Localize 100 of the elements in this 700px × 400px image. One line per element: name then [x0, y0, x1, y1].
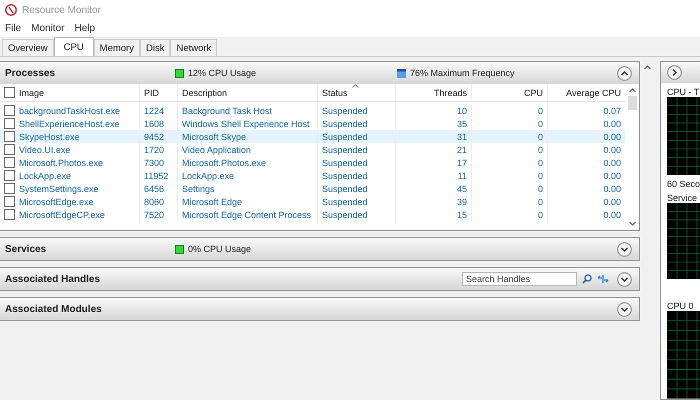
column-header[interactable]: Average CPU: [566, 88, 621, 98]
table-cell: Microsoft.Photos.exe: [19, 158, 104, 168]
checkbox[interactable]: [4, 105, 15, 116]
table-cell: MicrosoftEdgeCP.exe: [19, 210, 105, 220]
table-cell: backgroundTaskHost.exe: [19, 106, 120, 116]
table-cell: 7520: [144, 210, 164, 220]
scroll-thumb[interactable]: [628, 96, 636, 110]
cpu-usage-label: 12% CPU Usage: [188, 68, 256, 78]
frequency-meter-icon: [397, 68, 406, 78]
checkbox[interactable]: [4, 131, 15, 142]
tab[interactable]: Disk: [140, 39, 170, 56]
table-cell: 0.00: [603, 118, 621, 128]
table-row[interactable]: MicrosoftEdge.exe 8060 Microsoft Edge Suspended 39 0 0.00: [0, 195, 625, 208]
search-field[interactable]: Search Handles: [462, 272, 577, 286]
scroll-up-icon[interactable]: [628, 88, 636, 93]
table-cell: Settings: [182, 184, 215, 194]
column-header[interactable]: Threads: [434, 88, 467, 98]
scroll-down-icon[interactable]: [628, 221, 636, 226]
section-title: Associated Handles: [5, 274, 102, 284]
graph-label: CPU 0: [666, 301, 695, 312]
table-cell: Suspended: [322, 196, 368, 206]
checkbox[interactable]: [4, 144, 15, 155]
table-cell: 0: [538, 106, 543, 116]
table-cell: Suspended: [322, 132, 368, 142]
table-cell: 0: [538, 170, 543, 180]
table-cell: Video Application: [182, 144, 251, 154]
table-cell: 11: [458, 170, 467, 180]
section-header[interactable]: Associated Modules: [0, 298, 639, 320]
cpu-meter-icon: [175, 244, 184, 254]
window-title: Resource Monitor: [22, 4, 101, 16]
table-cell: 8060: [144, 196, 164, 206]
checkbox[interactable]: [4, 157, 15, 168]
cpu-meter-icon: [175, 68, 184, 78]
table-cell: 45: [456, 184, 467, 194]
table-cell: 1720: [144, 144, 164, 154]
table-cell: SkypeHost.exe: [19, 132, 80, 142]
section-header[interactable]: Associated Handles Search Handles: [0, 268, 639, 290]
table-cell: 0: [538, 158, 543, 168]
table-row[interactable]: Video.UI.exe 1720 Video Application Suspended 21 0 0.00: [0, 143, 625, 156]
table-cell: MicrosoftEdge.exe: [19, 196, 94, 206]
table-cell: LockApp.exe: [19, 170, 72, 180]
expand-button[interactable]: [667, 65, 682, 80]
table-cell: Suspended: [322, 170, 368, 180]
search-icon[interactable]: [582, 274, 592, 284]
table-cell: Suspended: [322, 210, 368, 220]
table-row[interactable]: SystemSettings.exe 6456 Settings Suspended 45 0 0.00: [0, 182, 625, 195]
table-row[interactable]: backgroundTaskHost.exe 1224 Background Task Host Suspended 10 0 0.07: [0, 104, 625, 117]
section-title: Services: [5, 244, 48, 254]
app-icon: [5, 4, 17, 16]
table-cell: 10: [456, 106, 467, 116]
table-cell: 0: [538, 132, 543, 142]
table-cell: 0.00: [603, 144, 621, 154]
table-cell: 15: [456, 210, 467, 220]
expand-button[interactable]: [617, 242, 632, 256]
column-header[interactable]: Description: [182, 88, 228, 98]
refresh-icon[interactable]: [597, 274, 609, 284]
table-cell: Suspended: [322, 106, 368, 116]
menu-item[interactable]: File: [5, 23, 22, 34]
table-cell: Microsoft Edge: [182, 196, 242, 206]
expand-button[interactable]: [617, 302, 632, 316]
table-cell: Suspended: [322, 144, 368, 154]
column-header[interactable]: CPU: [524, 88, 543, 98]
table-cell: 0: [538, 184, 543, 194]
section-header[interactable]: Services 0% CPU Usage: [0, 238, 639, 260]
checkbox[interactable]: [4, 118, 15, 129]
table-cell: 6456: [144, 184, 164, 194]
expand-button[interactable]: [617, 272, 632, 286]
checkbox[interactable]: [4, 209, 15, 220]
table-row[interactable]: MicrosoftEdgeCP.exe 7520 Microsoft Edge Content Process Suspended 15 0 0.00: [0, 208, 625, 221]
tab[interactable]: Network: [170, 39, 218, 56]
column-header[interactable]: Image: [19, 88, 44, 98]
table-cell: 0.07: [603, 106, 621, 116]
tab[interactable]: CPU: [54, 37, 94, 56]
menu-item[interactable]: Help: [74, 23, 96, 34]
column-header[interactable]: PID: [144, 88, 160, 98]
table-cell: Microsoft Edge Content Process: [182, 210, 312, 220]
graph-label: 60 Seco: [666, 179, 700, 190]
menu-item[interactable]: Monitor: [31, 23, 64, 34]
table-row[interactable]: Microsoft.Photos.exe 7300 Microsoft.Photos.exe Suspended 17 0 0.00: [0, 156, 625, 169]
table-cell: Microsoft.Photos.exe: [182, 158, 266, 168]
checkbox[interactable]: [4, 87, 15, 98]
frequency-label: 76% Maximum Frequency: [410, 68, 515, 78]
tab[interactable]: Memory: [94, 39, 140, 56]
table-cell: 0.00: [603, 210, 621, 220]
table-cell: 0.00: [603, 184, 621, 194]
scroll-up-icon[interactable]: [644, 65, 651, 70]
table-row[interactable]: LockApp.exe 11952 LockApp.exe Suspended 11 0 0.00: [0, 169, 625, 182]
table-cell: 7300: [144, 158, 164, 168]
table-cell: 1224: [144, 106, 164, 116]
collapse-button[interactable]: [617, 66, 632, 80]
checkbox[interactable]: [4, 170, 15, 181]
table-row[interactable]: SkypeHost.exe 9452 Microsoft Skype Suspended 31 0 0.00: [0, 130, 625, 143]
checkbox[interactable]: [4, 196, 15, 207]
section-header[interactable]: Processes 12% CPU Usage 76% Maximum Frequency: [0, 62, 639, 84]
column-header[interactable]: Status: [322, 88, 348, 98]
checkbox[interactable]: [4, 183, 15, 194]
table-cell: Background Task Host: [182, 106, 272, 116]
table-cell: Video.UI.exe: [19, 144, 70, 154]
tab[interactable]: Overview: [2, 39, 54, 56]
section-title: Associated Modules: [5, 304, 103, 314]
